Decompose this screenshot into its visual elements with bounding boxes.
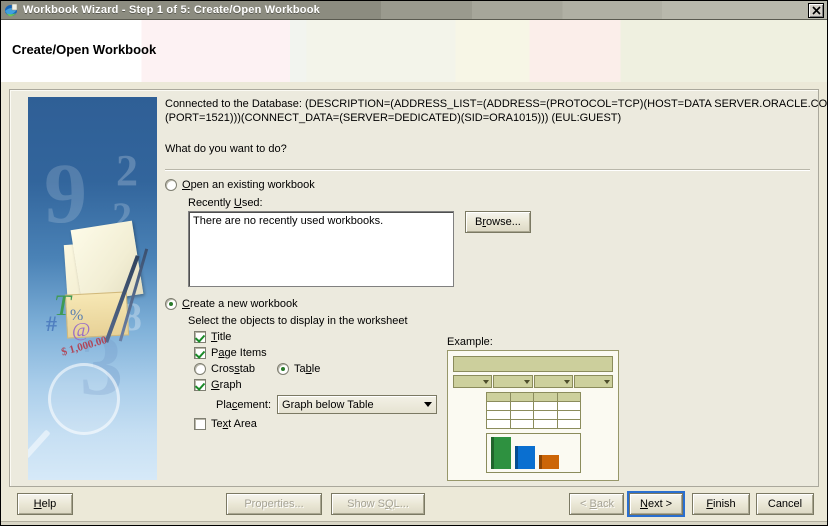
placement-selected-value: Graph below Table (282, 398, 374, 411)
checkbox-page-items-icon[interactable] (194, 347, 206, 359)
connection-line-1: Connected to the Database: (DESCRIPTION=… (165, 98, 828, 110)
radio-create-new-label: Create a new workbook (182, 298, 298, 310)
example-label: Example: (447, 336, 493, 348)
radio-create-new-icon[interactable] (165, 298, 177, 310)
window-title: Workbook Wizard - Step 1 of 5: Create/Op… (23, 4, 320, 16)
radio-table-label: Table (294, 363, 321, 375)
chevron-down-icon (483, 379, 490, 384)
help-button[interactable]: Help (17, 493, 73, 515)
example-page-item (453, 375, 493, 388)
next-button[interactable]: Next > (629, 493, 683, 515)
objects-instruction-label: Select the objects to display in the wor… (188, 315, 408, 327)
example-box (447, 350, 619, 481)
example-table-header-row (486, 392, 581, 402)
example-table-row (486, 410, 581, 420)
recently-used-empty-text: There are no recently used workbooks. (193, 215, 384, 227)
checkbox-title-icon[interactable] (194, 331, 206, 343)
example-page-item (493, 375, 533, 388)
wizard-banner-image: 9 2 2 3 8 T # % @ $ 1,000.00 (28, 97, 157, 480)
bar-blue (515, 446, 535, 469)
page-title: Create/Open Workbook (12, 42, 157, 57)
banner-magnifier-icon (48, 363, 120, 435)
recently-used-list[interactable]: There are no recently used workbooks. (188, 211, 454, 287)
cancel-button[interactable]: Cancel (756, 493, 814, 515)
example-title-bar (453, 356, 613, 372)
divider (165, 169, 810, 171)
browse-button[interactable]: Browse... (465, 211, 531, 233)
checkbox-page-items-label: Page Items (211, 347, 267, 359)
radio-crosstab-icon[interactable] (194, 363, 206, 375)
radio-crosstab-label: Crosstab (211, 363, 256, 375)
radio-open-existing-label: Open an existing workbook (182, 179, 315, 191)
banner-magnifier-handle-icon (28, 429, 51, 459)
bottom-edge (1, 521, 827, 525)
close-icon[interactable] (808, 3, 824, 18)
prompt-question: What do you want to do? (165, 143, 287, 155)
placement-label: Placement: (216, 398, 272, 411)
example-page-item (533, 375, 573, 388)
example-table (486, 392, 581, 429)
example-graph (486, 433, 581, 473)
chevron-down-icon (604, 379, 610, 384)
show-sql-button[interactable]: Show SQL... (331, 493, 425, 515)
placement-dropdown[interactable]: Graph below Table (277, 395, 438, 414)
radio-open-existing-workbook[interactable]: Open an existing workbook (165, 179, 810, 191)
radio-open-existing-icon[interactable] (165, 179, 177, 191)
ie-globe-icon (4, 3, 19, 18)
bar-green (491, 437, 511, 469)
main-panel: 9 2 2 3 8 T # % @ $ 1,000.00 Connected t… (9, 89, 828, 487)
checkbox-graph-icon[interactable] (194, 379, 206, 391)
banner-digit-two-a: 2 (116, 146, 138, 195)
chevron-down-icon[interactable] (420, 396, 436, 413)
chevron-down-icon (523, 379, 530, 384)
example-table-row (486, 401, 581, 411)
workbook-wizard-dialog: Workbook Wizard - Step 1 of 5: Create/Op… (0, 0, 828, 526)
finish-button[interactable]: Finish (692, 493, 750, 515)
header-band: Create/Open Workbook (1, 20, 827, 82)
title-bar: Workbook Wizard - Step 1 of 5: Create/Op… (1, 1, 827, 20)
checkbox-text-area-label: Text Area (211, 418, 257, 430)
properties-button[interactable]: Properties... (226, 493, 322, 515)
bar-orange (539, 455, 559, 469)
connection-line-2: (PORT=1521)))(CONNECT_DATA=(SERVER=DEDIC… (165, 112, 622, 124)
checkbox-graph-label: Graph (211, 379, 242, 391)
example-preview: Example: (447, 336, 619, 481)
radio-table-icon[interactable] (277, 363, 290, 375)
example-page-items (453, 375, 613, 388)
example-page-item (573, 375, 613, 388)
banner-hash-symbol: # (46, 311, 57, 336)
radio-create-new-workbook[interactable]: Create a new workbook (165, 298, 810, 310)
example-table-row (486, 419, 581, 429)
checkbox-text-area-icon[interactable] (194, 418, 206, 430)
recently-used-row: There are no recently used workbooks. Br… (188, 211, 810, 287)
back-button[interactable]: < Back (569, 493, 624, 515)
recently-used-label: Recently Used: (188, 197, 263, 209)
checkbox-title-label: Title (211, 331, 232, 343)
chevron-down-icon (563, 379, 570, 384)
